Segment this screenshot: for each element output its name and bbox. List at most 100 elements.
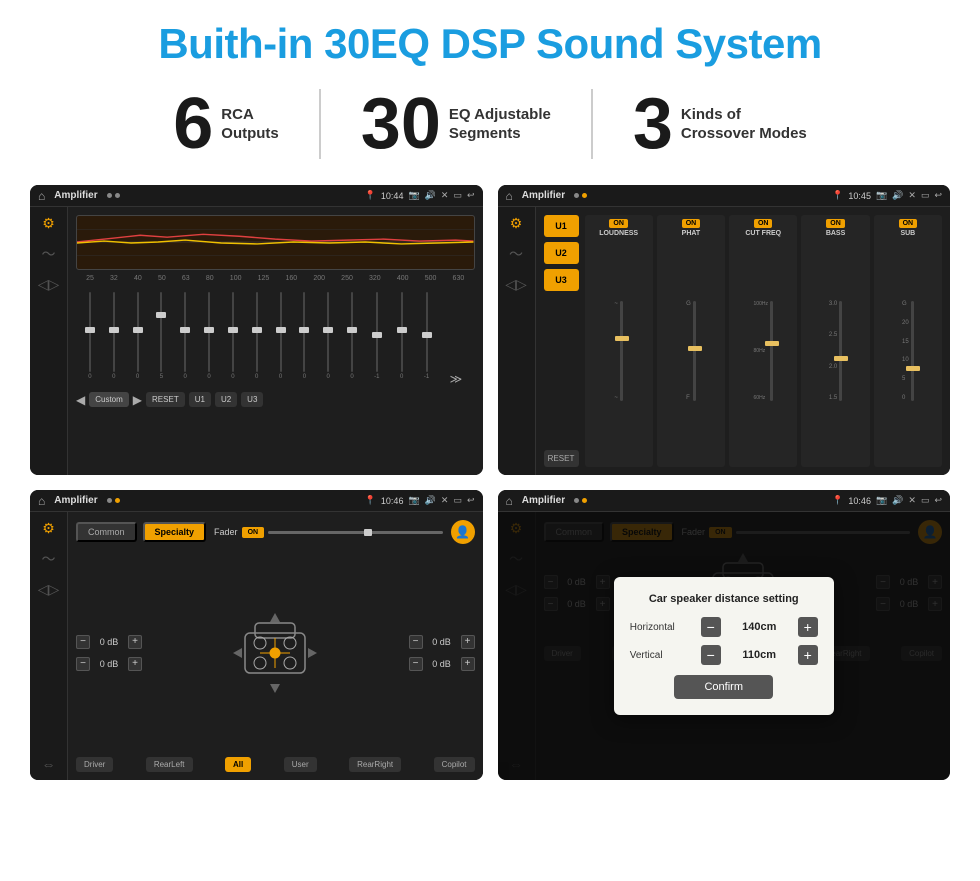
minimize-icon-3: ▭ [453, 495, 462, 506]
wave-icon-3[interactable]: 〜 [42, 549, 56, 569]
prev-icon[interactable]: ◀ [76, 393, 85, 407]
minus-btn-tl[interactable]: − [76, 635, 90, 649]
eq-slider-15[interactable]: -1 [424, 286, 429, 386]
speaker-icon-2[interactable]: ◁▷ [505, 276, 527, 293]
eq-val-6: 0 [207, 374, 210, 380]
eq-slider-3[interactable]: 0 [136, 286, 139, 386]
dialog-horizontal-plus[interactable]: + [798, 617, 818, 637]
dialog-horizontal-minus[interactable]: − [701, 617, 721, 637]
home-icon-4[interactable]: ⌂ [506, 494, 513, 508]
app-name-2: Amplifier [522, 190, 565, 201]
all-btn[interactable]: All [225, 757, 251, 772]
person-icon-3[interactable]: 👤 [451, 520, 475, 544]
status-bar-4: ⌂ Amplifier 📍 10:46 📷 🔊 ✕ ▭ ↩ [498, 490, 951, 512]
back-icon-4[interactable]: ↩ [934, 495, 942, 506]
eq-slider-8[interactable]: 0 [255, 286, 258, 386]
rearright-btn[interactable]: RearRight [349, 757, 401, 772]
cs-container: Common Specialty Fader ON 👤 [76, 520, 475, 772]
eq-icon-2[interactable]: ⚙ [510, 215, 523, 232]
minus-btn-br[interactable]: − [409, 657, 423, 671]
eq-val-15: -1 [424, 374, 429, 380]
common-tab[interactable]: Common [76, 522, 137, 542]
dialog-vertical-minus[interactable]: − [701, 645, 721, 665]
eq-slider-13[interactable]: -1 [374, 286, 379, 386]
eq-slider-10[interactable]: 0 [303, 286, 306, 386]
speaker-icon[interactable]: ◁▷ [38, 276, 60, 293]
u1-btn[interactable]: U1 [189, 392, 211, 407]
time-1: 10:44 [381, 191, 404, 201]
minus-btn-tr[interactable]: − [409, 635, 423, 649]
eq-slider-14[interactable]: 0 [400, 286, 403, 386]
amp-u2-btn[interactable]: U2 [544, 242, 579, 264]
custom-btn[interactable]: Custom [89, 392, 129, 407]
amp-u1-btn[interactable]: U1 [544, 215, 579, 237]
u3-btn[interactable]: U3 [241, 392, 263, 407]
specialty-tab[interactable]: Specialty [143, 522, 207, 542]
time-3: 10:46 [381, 496, 404, 506]
home-icon-2[interactable]: ⌂ [506, 189, 513, 203]
amp-channels-container: ON LOUDNESS ~ ~ [585, 215, 943, 467]
expand-icon[interactable]: ≫ [450, 372, 463, 386]
copilot-btn[interactable]: Copilot [434, 757, 475, 772]
rearleft-btn[interactable]: RearLeft [146, 757, 193, 772]
ch-slider-loudness[interactable]: ~ ~ [614, 239, 623, 463]
amp-reset-btn[interactable]: RESET [544, 450, 579, 467]
freq-320: 320 [369, 275, 381, 282]
ch-slider-bass[interactable]: 3.0 2.5 2.0 1.5 [829, 239, 842, 463]
eq-val-1: 0 [88, 374, 91, 380]
ch-slider-cutfreq[interactable]: 100Hz 80Hz 60Hz [754, 239, 773, 463]
eq-slider-5[interactable]: 0 [184, 286, 187, 386]
speaker-icon-3[interactable]: ◁▷ [38, 581, 60, 598]
back-icon-2[interactable]: ↩ [934, 190, 942, 201]
confirm-button[interactable]: Confirm [674, 675, 773, 699]
ch-slider-sub[interactable]: G 20 15 10 5 0 [902, 239, 914, 463]
eq-slider-6[interactable]: 0 [207, 286, 210, 386]
eq-val-4: 5 [160, 374, 163, 380]
plus-btn-tl[interactable]: + [128, 635, 142, 649]
plus-btn-bl[interactable]: + [128, 657, 142, 671]
db-val-tl: 0 dB [94, 637, 124, 647]
wave-icon[interactable]: 〜 [42, 244, 56, 264]
eq-slider-11[interactable]: 0 [327, 286, 330, 386]
eq-track-15 [426, 292, 428, 372]
driver-btn[interactable]: Driver [76, 757, 113, 772]
amp-vslider-sub [911, 301, 914, 401]
back-icon-1[interactable]: ↩ [467, 190, 475, 201]
eq-thumb-10 [299, 327, 309, 333]
eq-thumb-15 [422, 332, 432, 338]
user-btn[interactable]: User [284, 757, 317, 772]
eq-slider-2[interactable]: 0 [112, 286, 115, 386]
freq-63: 63 [182, 275, 190, 282]
page-wrapper: Buith-in 30EQ DSP Sound System 6 RCAOutp… [0, 0, 980, 800]
arrows-icon-3[interactable]: ⇔ [42, 756, 56, 772]
eq-slider-12[interactable]: 0 [350, 286, 353, 386]
eq-val-11: 0 [327, 374, 330, 380]
ch-slider-phat[interactable]: G F [686, 239, 696, 463]
car-svg [225, 608, 325, 698]
ch-header-cutfreq: ON CUT FREQ [732, 219, 794, 237]
fader-on-btn-3[interactable]: ON [242, 527, 265, 538]
amp-u3-btn[interactable]: U3 [544, 269, 579, 291]
cs-tabs: Common Specialty [76, 522, 206, 542]
eq-track-12 [351, 292, 353, 372]
u2-btn[interactable]: U2 [215, 392, 237, 407]
back-icon-3[interactable]: ↩ [467, 495, 475, 506]
wave-icon-2[interactable]: 〜 [509, 244, 523, 264]
eq-slider-4[interactable]: 5 [160, 286, 163, 386]
home-icon-1[interactable]: ⌂ [38, 189, 45, 203]
reset-btn-1[interactable]: RESET [146, 392, 185, 407]
time-2: 10:45 [848, 191, 871, 201]
eq-bottom-controls: ◀ Custom ▶ RESET U1 U2 U3 [76, 392, 475, 407]
home-icon-3[interactable]: ⌂ [38, 494, 45, 508]
dot-s3-1 [107, 498, 112, 503]
next-icon[interactable]: ▶ [133, 393, 142, 407]
eq-icon[interactable]: ⚙ [42, 215, 55, 232]
eq-icon-3[interactable]: ⚙ [42, 520, 55, 537]
plus-btn-br[interactable]: + [461, 657, 475, 671]
dialog-vertical-plus[interactable]: + [798, 645, 818, 665]
eq-slider-9[interactable]: 0 [279, 286, 282, 386]
plus-btn-tr[interactable]: + [461, 635, 475, 649]
minus-btn-bl[interactable]: − [76, 657, 90, 671]
eq-slider-7[interactable]: 0 [231, 286, 234, 386]
eq-slider-1[interactable]: 0 [88, 286, 91, 386]
